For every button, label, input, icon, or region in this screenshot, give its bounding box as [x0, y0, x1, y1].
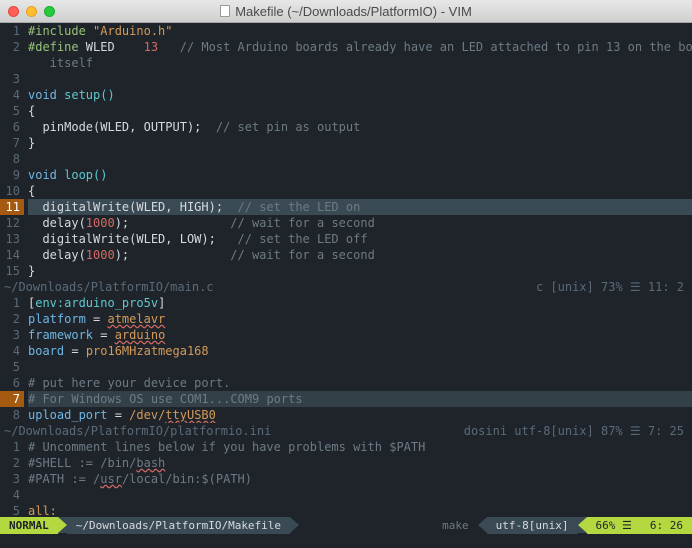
- code-line[interactable]: void loop(): [28, 167, 692, 183]
- pane-makefile[interactable]: 1 2 3 4 5 6 7 8 9 # Uncomment lines belo…: [0, 439, 692, 517]
- arrow-icon: [58, 517, 67, 533]
- status-spacer: [299, 517, 433, 534]
- editor[interactable]: 1 2 3 4 5 6 7 8 9 10 11 12 13 14 15 #inc…: [0, 23, 692, 548]
- filetype-segment: make: [433, 517, 478, 534]
- code-line[interactable]: # For Windows OS use COM1...COM9 ports: [28, 391, 692, 407]
- window-title: Makefile (~/Downloads/PlatformIO) - VIM: [235, 4, 472, 19]
- code-area[interactable]: # Uncomment lines below if you have prob…: [28, 439, 692, 517]
- percent-segment: 66% ☰: [587, 517, 641, 534]
- arrow-icon: [478, 517, 487, 533]
- gutter: 1 2 3 4 5 6 7 8 9 10 11 12 13 14 15: [0, 23, 24, 279]
- code-line[interactable]: }: [28, 263, 692, 279]
- code-area[interactable]: [env:arduino_pro5v] platform = atmelavr …: [28, 295, 692, 423]
- statusbar: NORMAL ~/Downloads/PlatformIO/Makefile m…: [0, 517, 692, 534]
- path-segment: ~/Downloads/PlatformIO/Makefile: [67, 517, 290, 534]
- code-line[interactable]: #include "Arduino.h": [28, 23, 692, 39]
- command-line-area[interactable]: [0, 534, 692, 548]
- code-line[interactable]: #define WLED 13 // Most Arduino boards a…: [28, 39, 692, 55]
- code-line[interactable]: void setup(): [28, 87, 692, 103]
- arrow-icon: [578, 517, 587, 533]
- code-line[interactable]: [28, 151, 692, 167]
- code-line[interactable]: all:: [28, 503, 692, 517]
- arrow-icon: [290, 517, 299, 533]
- code-line[interactable]: platform = atmelavr: [28, 311, 692, 327]
- code-line[interactable]: digitalWrite(WLED, HIGH); // set the LED…: [28, 199, 692, 215]
- code-line[interactable]: [28, 359, 692, 375]
- code-line[interactable]: upload_port = /dev/ttyUSB0: [28, 407, 692, 423]
- split-info: c [unix] 73% ☰ 11: 2: [536, 279, 692, 295]
- code-line[interactable]: [28, 71, 692, 87]
- mode-segment: NORMAL: [0, 517, 58, 534]
- code-line[interactable]: delay(1000); // wait for a second: [28, 215, 692, 231]
- code-line[interactable]: #SHELL := /bin/bash: [28, 455, 692, 471]
- code-line[interactable]: board = pro16MHzatmega168: [28, 343, 692, 359]
- code-line[interactable]: # Uncomment lines below if you have prob…: [28, 439, 692, 455]
- position-segment: 6: 26: [641, 517, 692, 534]
- code-line[interactable]: [env:arduino_pro5v]: [28, 295, 692, 311]
- document-icon: [220, 5, 230, 17]
- code-line[interactable]: #PATH := /usr/local/bin:$(PATH): [28, 471, 692, 487]
- split-path: ~/Downloads/PlatformIO/platformio.ini: [4, 423, 271, 439]
- pane-main-c[interactable]: 1 2 3 4 5 6 7 8 9 10 11 12 13 14 15 #inc…: [0, 23, 692, 279]
- code-line[interactable]: pinMode(WLED, OUTPUT); // set pin as out…: [28, 119, 692, 135]
- code-line[interactable]: framework = arduino: [28, 327, 692, 343]
- gutter: 1 2 3 4 5 6 7 8: [0, 295, 24, 423]
- code-line[interactable]: itself: [28, 55, 692, 71]
- gutter: 1 2 3 4 5 6 7 8 9: [0, 439, 24, 517]
- split-info: dosini utf-8[unix] 87% ☰ 7: 25: [464, 423, 692, 439]
- code-line[interactable]: }: [28, 135, 692, 151]
- split-bar-main: ~/Downloads/PlatformIO/main.c c [unix] 7…: [0, 279, 692, 295]
- window-title-wrap: Makefile (~/Downloads/PlatformIO) - VIM: [0, 4, 692, 19]
- titlebar: Makefile (~/Downloads/PlatformIO) - VIM: [0, 0, 692, 23]
- code-line[interactable]: {: [28, 183, 692, 199]
- split-bar-ini: ~/Downloads/PlatformIO/platformio.ini do…: [0, 423, 692, 439]
- code-line[interactable]: delay(1000); // wait for a second: [28, 247, 692, 263]
- code-line[interactable]: [28, 487, 692, 503]
- code-line[interactable]: digitalWrite(WLED, LOW); // set the LED …: [28, 231, 692, 247]
- split-path: ~/Downloads/PlatformIO/main.c: [4, 279, 214, 295]
- encoding-segment: utf-8[unix]: [487, 517, 578, 534]
- code-area[interactable]: #include "Arduino.h" #define WLED 13 // …: [28, 23, 692, 279]
- code-line[interactable]: # put here your device port.: [28, 375, 692, 391]
- code-line[interactable]: {: [28, 103, 692, 119]
- pane-platformio-ini[interactable]: 1 2 3 4 5 6 7 8 [env:arduino_pro5v] plat…: [0, 295, 692, 423]
